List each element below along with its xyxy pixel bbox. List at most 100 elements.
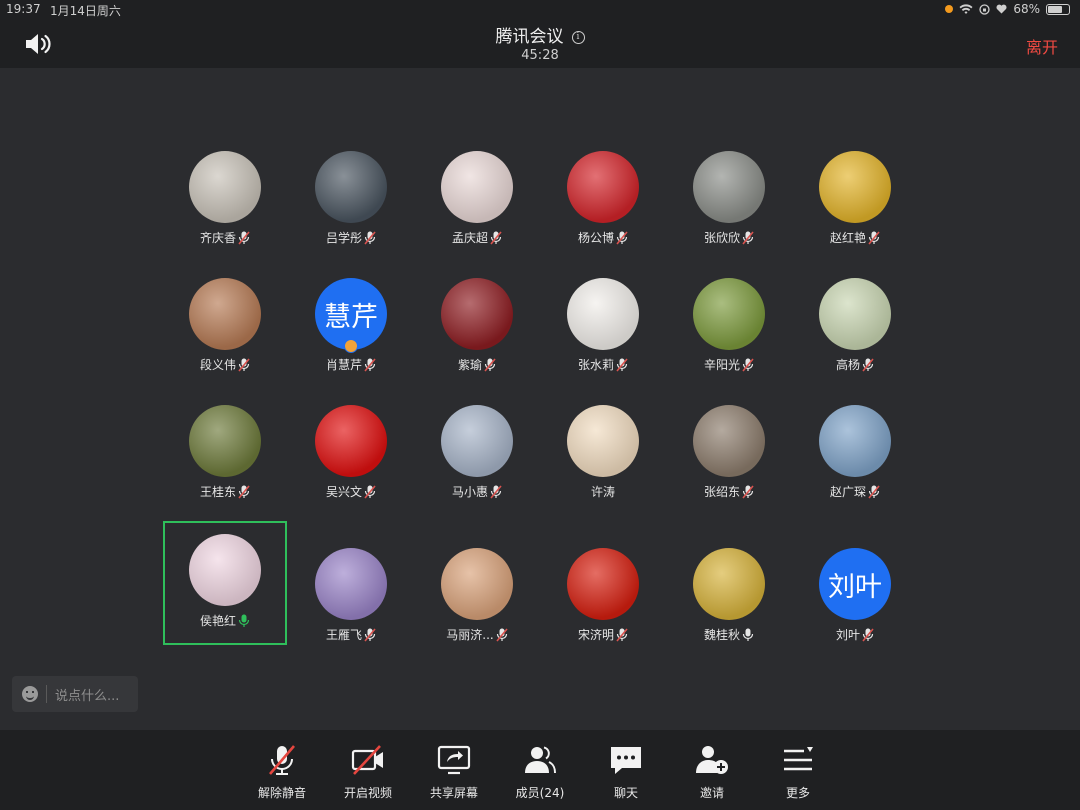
avatar — [567, 548, 639, 620]
participant-namebar: 赵广琛 — [830, 483, 880, 500]
mic-speaking-icon — [238, 614, 250, 627]
participant-name: 魏桂秋 — [703, 628, 740, 642]
avatar: 刘叶 — [819, 548, 891, 620]
chat-divider — [46, 685, 47, 703]
bottom-toolbar: 解除静音 开启视频 共享屏幕 成员(24) 聊天 邀请 更多 — [0, 730, 1080, 810]
share-button[interactable]: 共享屏幕 — [414, 742, 494, 804]
participant-tile[interactable]: 齐庆香 — [163, 124, 287, 248]
chat-placeholder: 说点什么... — [55, 688, 120, 704]
participant-name: 张绍东 — [703, 485, 740, 499]
chat-button[interactable]: 聊天 — [586, 742, 666, 804]
mic-muted-icon — [238, 357, 250, 372]
chat-label: 聊天 — [613, 786, 638, 800]
avatar — [567, 405, 639, 477]
members-button[interactable]: 成员(24) — [500, 742, 580, 804]
avatar — [441, 405, 513, 477]
participant-name: 段义伟 — [199, 358, 236, 372]
mic-muted-icon — [238, 484, 250, 499]
invite-button[interactable]: 邀请 — [672, 742, 752, 804]
avatar — [693, 405, 765, 477]
participant-name: 刘叶 — [835, 628, 860, 642]
mic-off-icon — [269, 745, 295, 775]
participant-tile[interactable]: 紫瑜 — [415, 251, 539, 375]
camera-off-icon — [351, 745, 383, 775]
participant-tile[interactable]: 高杨 — [793, 251, 917, 375]
participant-tile[interactable]: 马小惠 — [415, 378, 539, 502]
participant-name: 宋济明 — [577, 628, 614, 642]
chat-input[interactable]: 说点什么... — [12, 676, 138, 712]
participant-tile[interactable]: 许涛 — [541, 378, 665, 502]
avatar — [189, 405, 261, 477]
participant-grid: 齐庆香 吕学彤 孟庆超 杨公博 张欣欣 赵红艳 段义伟 慧芹 肖慧芹 紫瑜 张水莉 辛阳光 高杨 王桂东吴… — [0, 0, 1080, 810]
unmute-button[interactable]: 解除静音 — [242, 742, 322, 804]
participant-name: 马丽济... — [446, 628, 494, 642]
participant-tile[interactable]: 段义伟 — [163, 251, 287, 375]
mic-muted-icon — [364, 627, 376, 642]
participant-namebar: 王雁飞 — [326, 626, 376, 643]
participant-tile[interactable]: 魏桂秋 — [667, 521, 791, 645]
participant-tile[interactable]: 张水莉 — [541, 251, 665, 375]
mic-muted-icon — [616, 627, 628, 642]
participant-tile[interactable]: 赵广琛 — [793, 378, 917, 502]
video-button[interactable]: 开启视频 — [328, 742, 408, 804]
participant-namebar: 侯艳红 — [200, 612, 250, 629]
participant-tile[interactable]: 杨公博 — [541, 124, 665, 248]
participant-name: 侯艳红 — [199, 614, 236, 628]
share-screen-icon — [437, 745, 471, 775]
mic-muted-icon — [496, 627, 508, 642]
participant-tile[interactable]: 吕学彤 — [289, 124, 413, 248]
participant-tile[interactable]: 宋济明 — [541, 521, 665, 645]
participant-name: 辛阳光 — [703, 358, 740, 372]
mic-muted-icon — [868, 484, 880, 499]
participant-namebar: 赵红艳 — [830, 229, 880, 246]
participant-name: 张水莉 — [577, 358, 614, 372]
mic-muted-icon — [616, 357, 628, 372]
participant-name: 紫瑜 — [457, 358, 482, 372]
add-user-icon — [696, 746, 728, 774]
participant-tile[interactable]: 张欣欣 — [667, 124, 791, 248]
mic-muted-icon — [868, 230, 880, 245]
participant-namebar: 杨公博 — [578, 229, 628, 246]
emoji-icon[interactable] — [22, 686, 38, 702]
participant-tile[interactable]: 王雁飞 — [289, 521, 413, 645]
participant-tile[interactable]: 王桂东 — [163, 378, 287, 502]
participant-namebar: 宋济明 — [578, 626, 628, 643]
participant-namebar: 紫瑜 — [458, 356, 496, 373]
avatar — [693, 548, 765, 620]
host-badge-icon — [344, 339, 358, 353]
mic-muted-icon — [490, 230, 502, 245]
participant-tile[interactable]: 孟庆超 — [415, 124, 539, 248]
share-label: 共享屏幕 — [429, 786, 478, 800]
mic-muted-icon — [364, 484, 376, 499]
participant-tile[interactable]: 吴兴文 — [289, 378, 413, 502]
participant-tile[interactable]: 张绍东 — [667, 378, 791, 502]
more-button[interactable]: 更多 — [758, 742, 838, 804]
mic-muted-icon — [862, 357, 874, 372]
participant-namebar: 肖慧芹 — [326, 356, 376, 373]
participant-tile[interactable]: 马丽济... — [415, 521, 539, 645]
participant-name: 肖慧芹 — [325, 358, 362, 372]
participant-name: 高杨 — [835, 358, 860, 372]
participant-tile[interactable]: 慧芹 肖慧芹 — [289, 251, 413, 375]
participant-name: 吕学彤 — [325, 231, 362, 245]
avatar — [819, 405, 891, 477]
mic-muted-icon — [490, 484, 502, 499]
participant-name: 张欣欣 — [703, 231, 740, 245]
avatar — [315, 405, 387, 477]
participant-namebar: 张绍东 — [704, 483, 754, 500]
mic-muted-icon — [484, 357, 496, 372]
participant-namebar: 张水莉 — [578, 356, 628, 373]
mic-muted-icon — [616, 230, 628, 245]
participant-namebar: 马丽济... — [446, 626, 508, 643]
avatar — [189, 278, 261, 350]
participant-name: 杨公博 — [577, 231, 614, 245]
mic-muted-icon — [364, 230, 376, 245]
participant-namebar: 孟庆超 — [452, 229, 502, 246]
chat-icon — [611, 747, 641, 774]
participant-name: 许涛 — [590, 485, 615, 499]
participant-tile[interactable]: 赵红艳 — [793, 124, 917, 248]
participant-tile[interactable]: 刘叶 刘叶 — [793, 521, 917, 645]
avatar-initials: 慧芹 — [324, 301, 378, 333]
participant-tile[interactable]: 侯艳红 — [163, 521, 287, 645]
participant-tile[interactable]: 辛阳光 — [667, 251, 791, 375]
